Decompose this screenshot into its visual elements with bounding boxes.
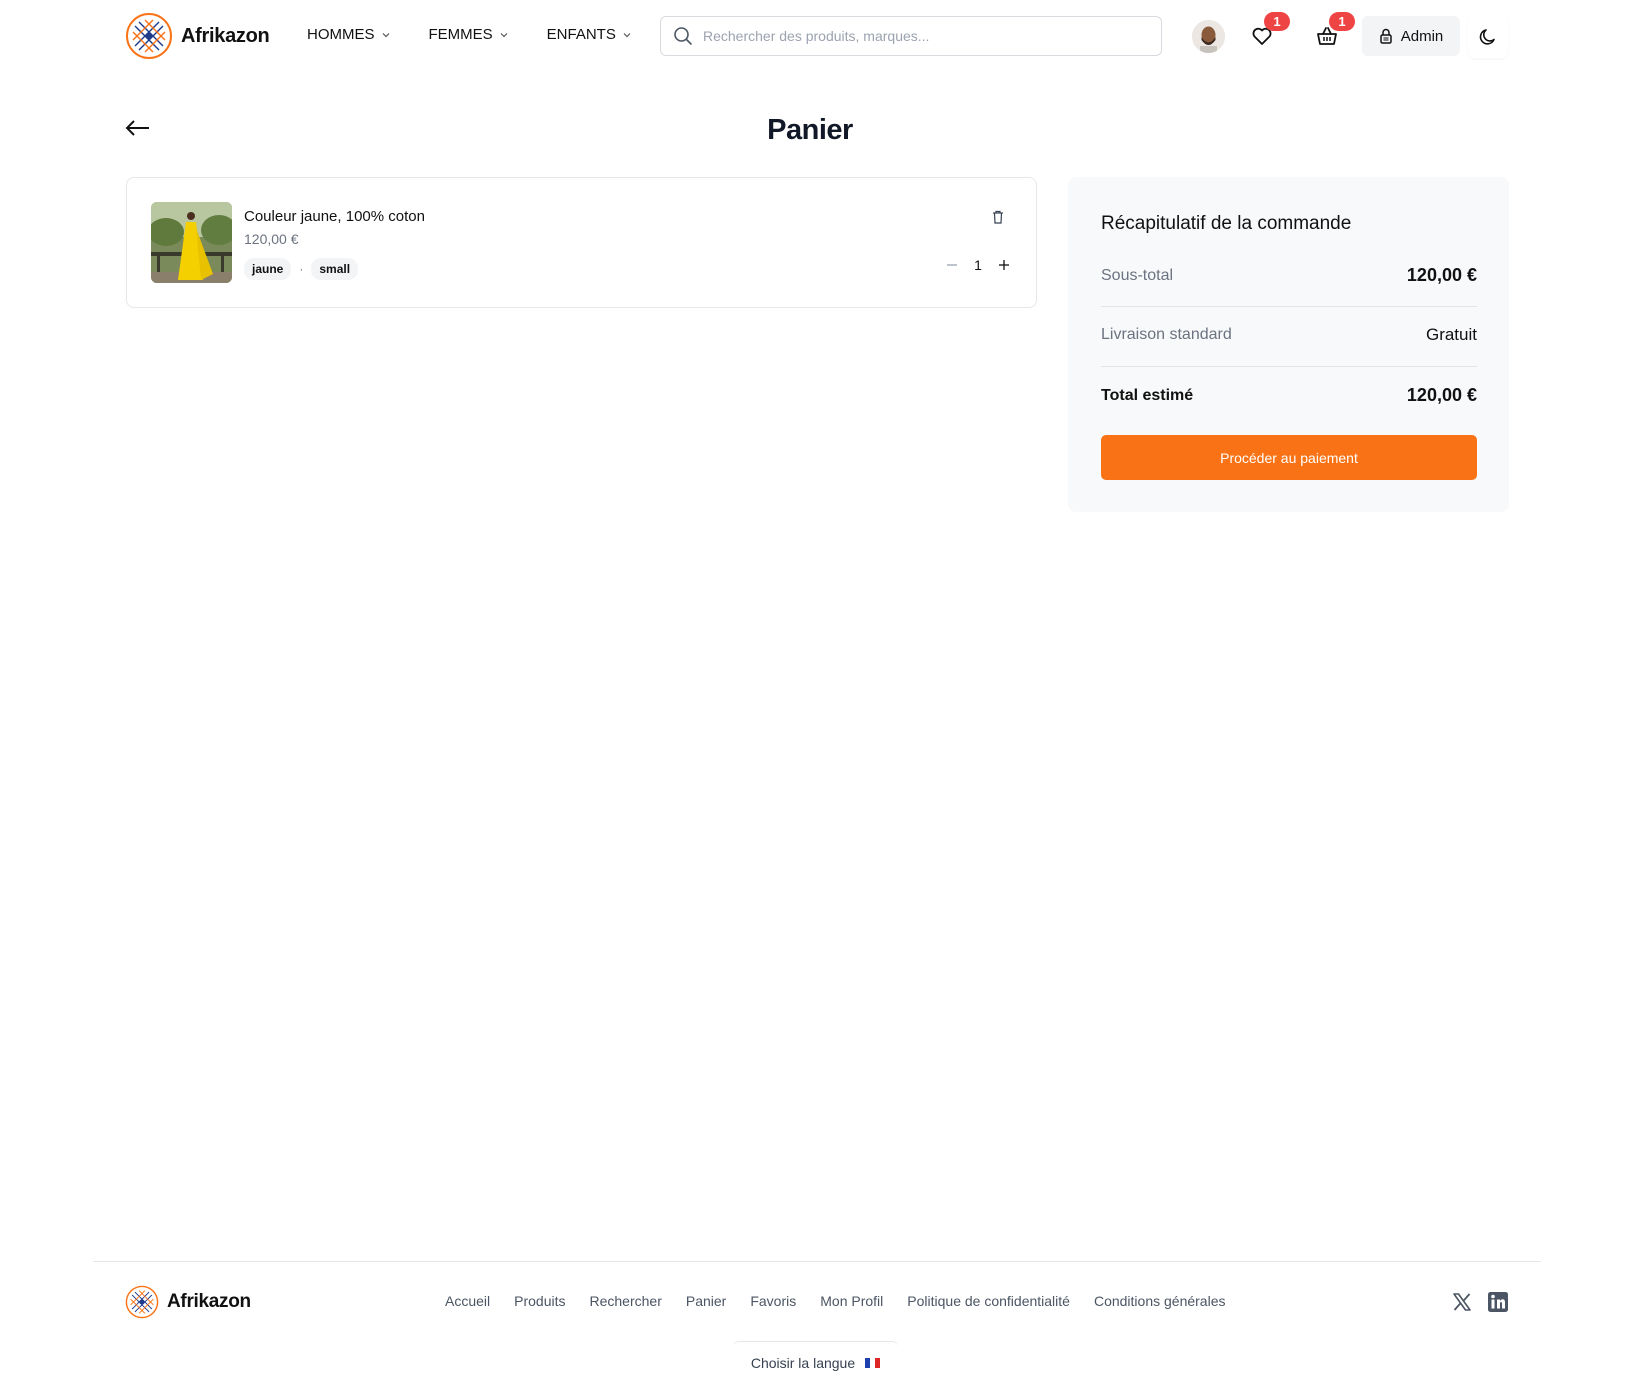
footer-link-panier[interactable]: Panier — [686, 1293, 726, 1309]
footer-link-terms[interactable]: Conditions générales — [1094, 1293, 1226, 1309]
afrikazon-logo-icon — [125, 1285, 159, 1319]
lock-icon — [1379, 28, 1392, 44]
quantity-value: 1 — [974, 257, 982, 273]
footer-link-privacy[interactable]: Politique de confidentialité — [907, 1293, 1070, 1309]
summary-title: Récapitulatif de la commande — [1101, 213, 1352, 234]
france-flag-icon — [865, 1357, 881, 1368]
decrease-quantity-button[interactable] — [943, 256, 961, 274]
nav-item-enfants[interactable]: ENFANTS — [547, 26, 632, 43]
cart-item-name[interactable]: Couleur jaune, 100% coton — [244, 208, 425, 225]
variant-separator: · — [299, 262, 304, 276]
nav-label: HOMMES — [307, 26, 375, 43]
chevron-down-icon — [623, 32, 631, 37]
variant-size-tag: small — [311, 258, 359, 280]
cart-item-variants: jaune · small — [244, 258, 359, 280]
minus-icon — [947, 264, 957, 266]
nav-label: FEMMES — [428, 26, 493, 43]
moon-icon — [1479, 29, 1495, 45]
language-selector[interactable]: Choisir la langue — [733, 1341, 898, 1383]
subtotal-value: 120,00 € — [1406, 265, 1477, 285]
wishlist-count-badge: 1 — [1264, 12, 1290, 31]
chevron-down-icon — [382, 32, 389, 37]
plus-icon — [999, 260, 1009, 270]
summary-divider — [1101, 366, 1477, 367]
avatar-image — [1192, 20, 1225, 53]
footer-brand-logo[interactable]: Afrikazon — [125, 1285, 251, 1319]
wishlist-button[interactable]: 1 — [1242, 12, 1290, 56]
total-row: Total estimé 120,00 € — [1101, 385, 1477, 406]
cart-item-price: 120,00 € — [244, 231, 299, 247]
brand-name: Afrikazon — [181, 24, 270, 47]
subtotal-label: Sous-total — [1101, 266, 1174, 284]
product-thumbnail[interactable] — [151, 202, 232, 283]
admin-label: Admin — [1400, 27, 1444, 45]
admin-button[interactable]: Admin — [1362, 16, 1460, 56]
total-value: 120,00 € — [1406, 385, 1477, 405]
footer-link-rechercher[interactable]: Rechercher — [590, 1293, 662, 1309]
order-summary: Récapitulatif de la commande Sous-total … — [1068, 177, 1509, 512]
increase-quantity-button[interactable] — [995, 256, 1013, 274]
shipping-value: Gratuit — [1425, 325, 1477, 344]
nav-item-femmes[interactable]: FEMMES — [429, 26, 509, 43]
footer-link-favoris[interactable]: Favoris — [750, 1293, 796, 1309]
main-nav: HOMMES FEMMES ENFANTS — [307, 26, 670, 43]
shipping-row: Livraison standard Gratuit — [1101, 325, 1477, 345]
footer-brand-name: Afrikazon — [167, 1291, 251, 1312]
footer-link-accueil[interactable]: Accueil — [445, 1293, 490, 1309]
cart-item-card: Couleur jaune, 100% coton 120,00 € jaune… — [126, 177, 1037, 308]
search-input[interactable] — [703, 28, 1143, 44]
theme-toggle-button[interactable] — [1468, 16, 1508, 58]
shipping-label: Livraison standard — [1101, 326, 1232, 343]
page-title: Panier — [767, 114, 853, 146]
footer-links: Accueil Produits Rechercher Panier Favor… — [445, 1293, 1225, 1309]
footer-link-produits[interactable]: Produits — [514, 1293, 565, 1309]
subtotal-row: Sous-total 120,00 € — [1101, 265, 1477, 286]
nav-item-hommes[interactable]: HOMMES — [307, 26, 391, 43]
summary-divider — [1101, 306, 1477, 307]
checkout-button[interactable]: Procéder au paiement — [1101, 435, 1477, 480]
nav-label: ENFANTS — [546, 26, 616, 43]
x-social-icon[interactable] — [1451, 1291, 1473, 1313]
user-avatar[interactable] — [1192, 20, 1225, 53]
site-header: Afrikazon HOMMES FEMMES ENFANTS 1 — [0, 0, 1625, 74]
trash-icon[interactable] — [990, 209, 1006, 225]
brand-logo[interactable]: Afrikazon — [125, 12, 270, 60]
cart-button[interactable]: 1 — [1307, 12, 1355, 56]
chevron-down-icon — [500, 32, 508, 37]
footer-divider — [93, 1261, 1541, 1262]
linkedin-icon[interactable] — [1487, 1291, 1509, 1313]
total-label: Total estimé — [1101, 386, 1194, 404]
cart-count-badge: 1 — [1329, 12, 1355, 31]
quantity-stepper: 1 — [943, 256, 1013, 274]
afrikazon-logo-icon — [126, 13, 172, 59]
search-icon — [674, 27, 692, 45]
variant-color-tag: jaune — [244, 258, 292, 280]
search-bar[interactable] — [660, 16, 1162, 56]
product-image — [151, 202, 232, 283]
footer-link-profil[interactable]: Mon Profil — [820, 1293, 883, 1309]
language-label: Choisir la langue — [750, 1354, 856, 1371]
